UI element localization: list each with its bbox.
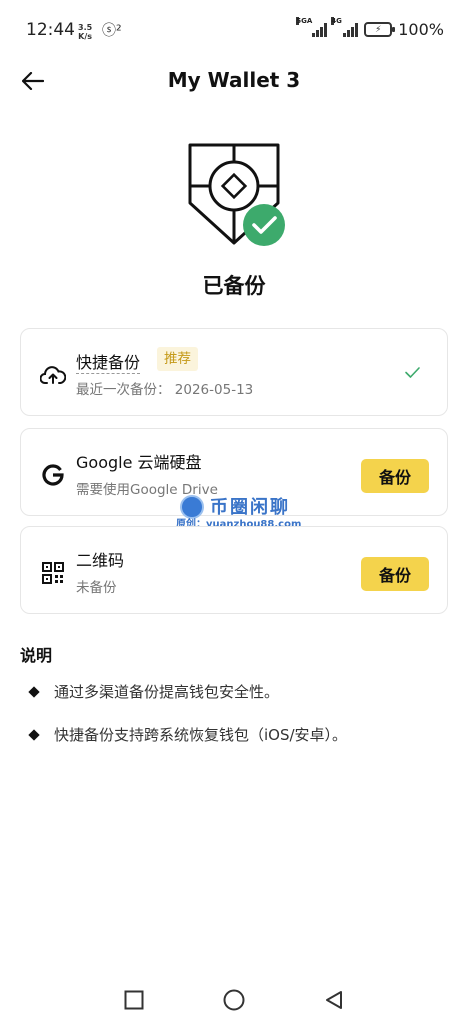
bullet-diamond-icon xyxy=(28,728,40,741)
qr-code-icon xyxy=(39,559,67,587)
battery-icon: ⚡ xyxy=(364,22,396,37)
google-drive-backup-button[interactable]: 备份 xyxy=(361,459,429,493)
note-item: 通过多渠道备份提高钱包安全性。 xyxy=(28,681,280,702)
backup-status-label: 已备份 xyxy=(202,274,266,298)
cloud-upload-icon xyxy=(39,361,67,389)
shield-check-icon xyxy=(186,141,290,247)
back-nav-button[interactable] xyxy=(322,988,346,1012)
page-title: My Wallet 3 xyxy=(167,68,301,92)
quick-backup-title: 快捷备份 xyxy=(76,349,141,374)
qr-code-subtitle: 未备份 xyxy=(76,580,117,596)
note-item: 快捷备份支持跨系统恢复钱包（iOS/安卓）。 xyxy=(28,724,348,745)
status-bar: 12:44 3.5 K/s ⓢ² 5GA 4G ⚡ 100% xyxy=(0,0,468,62)
square-icon xyxy=(124,990,144,1010)
signal-4g-icon: 4G xyxy=(331,16,359,37)
sync-icon: ⓢ² xyxy=(102,23,122,39)
network-speed-unit: K/s xyxy=(78,32,93,41)
checkmark-icon xyxy=(405,367,420,378)
recommended-badge: 推荐 xyxy=(157,347,198,371)
header: My Wallet 3 xyxy=(0,58,468,104)
qr-code-title: 二维码 xyxy=(76,551,125,570)
system-nav-bar xyxy=(0,976,468,1024)
recent-apps-button[interactable] xyxy=(122,988,146,1012)
note-text: 快捷备份支持跨系统恢复钱包（iOS/安卓）。 xyxy=(54,726,348,744)
quick-backup-last-date: 最近一次备份： 2026-05-13 xyxy=(76,382,254,398)
signal-4g-label: 4G xyxy=(331,16,342,25)
note-text: 通过多渠道备份提高钱包安全性。 xyxy=(54,683,280,701)
google-drive-title: Google 云端硬盘 xyxy=(76,453,202,472)
qr-code-backup-button[interactable]: 备份 xyxy=(361,557,429,591)
notes-title: 说明 xyxy=(20,646,53,665)
status-time: 12:44 xyxy=(26,20,75,40)
status-right: 5GA 4G ⚡ 100% xyxy=(296,16,444,39)
quick-backup-card[interactable]: 快捷备份 推荐 最近一次备份： 2026-05-13 xyxy=(20,328,448,416)
quick-backup-title-text: 快捷备份 xyxy=(76,353,141,374)
home-button[interactable] xyxy=(222,988,246,1012)
signal-5g-icon: 5GA xyxy=(296,16,328,37)
network-speed: 3.5 K/s xyxy=(78,23,92,41)
signal-5g-label: 5GA xyxy=(296,16,313,25)
circle-icon xyxy=(223,989,245,1011)
triangle-back-icon xyxy=(326,991,342,1009)
network-speed-value: 3.5 xyxy=(78,23,93,32)
google-g-icon xyxy=(39,461,67,489)
bullet-diamond-icon xyxy=(28,685,40,698)
battery-percent: 100% xyxy=(398,20,444,39)
qr-code-card[interactable]: 二维码 未备份 备份 xyxy=(20,526,448,614)
